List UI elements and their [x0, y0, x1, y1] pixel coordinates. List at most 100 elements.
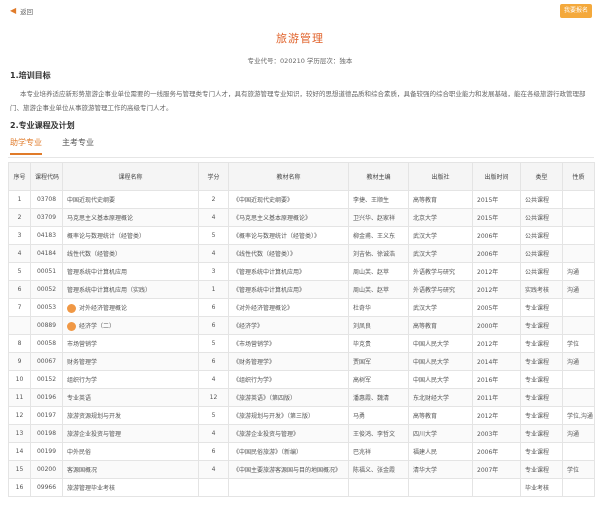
- table-cell: 专业课程: [520, 460, 563, 479]
- table-cell: 2012年: [472, 280, 521, 299]
- table-cell: 专业课程: [520, 406, 563, 425]
- back-button[interactable]: ◀ 返回: [10, 6, 34, 17]
- table-cell: 经济学（二）: [62, 316, 199, 335]
- col-header: 出版时间: [472, 162, 521, 191]
- table-row: 9 00067 财务管理学 6 《财务管理学》 贾国军 中国人民大学 2014年 专业课程 沟通: [8, 352, 595, 371]
- col-header: 教材名称: [228, 162, 349, 191]
- table-cell: [562, 442, 595, 461]
- table-cell: 《对外经济管理概论》: [228, 298, 349, 317]
- table-cell: 2006年: [472, 226, 521, 245]
- table-cell: 概率论与数理统计（经管类）: [62, 226, 199, 245]
- table-cell: [562, 226, 595, 245]
- table-cell: 5: [8, 262, 31, 281]
- table-cell: 6: [8, 280, 31, 299]
- table-cell: 陈福义、张金霞: [348, 460, 409, 479]
- table-cell: 沟通: [562, 280, 595, 299]
- table-cell: 00200: [30, 460, 63, 479]
- section-courses-heading: 2.专业课程及计划: [10, 121, 75, 130]
- table-cell: 财务管理学: [62, 352, 199, 371]
- table-cell: 4: [198, 460, 229, 479]
- table-cell: 周山芙、赵苹: [348, 262, 409, 281]
- back-label: 返回: [20, 8, 34, 16]
- table-cell: [562, 370, 595, 389]
- table-cell: 4: [198, 424, 229, 443]
- table-cell: 5: [198, 334, 229, 353]
- table-cell: 15: [8, 460, 31, 479]
- table-cell: 6: [198, 442, 229, 461]
- col-header: 学分: [198, 162, 229, 191]
- table-cell: 公共课程: [520, 226, 563, 245]
- table-row: 8 00058 市场营销学 5 《市场营销学》 毕克贵 中国人民大学 2012年 专业课程 学位: [8, 334, 595, 353]
- table-row: 00889 经济学（二） 6 《经济学》 刘凤良 高等教育 2000年 专业课程: [8, 316, 595, 335]
- table-cell: 高等教育: [408, 316, 473, 335]
- table-cell: 2: [198, 190, 229, 209]
- table-cell: 3: [198, 262, 229, 281]
- table-cell: 00058: [30, 334, 63, 353]
- table-cell: 《管理系统中计算机应用》: [228, 280, 349, 299]
- table-cell: 贾国军: [348, 352, 409, 371]
- course-name: 经济学（二）: [79, 322, 116, 330]
- table-cell: 2011年: [472, 388, 521, 407]
- table-cell: 00052: [30, 280, 63, 299]
- table-cell: 马克思主义基本原理概论: [62, 208, 199, 227]
- table-cell: 马勇: [348, 406, 409, 425]
- table-cell: 00199: [30, 442, 63, 461]
- table-cell: [562, 316, 595, 335]
- table-cell: 2012年: [472, 262, 521, 281]
- col-header: 性质: [562, 162, 595, 191]
- table-cell: 专业课程: [520, 388, 563, 407]
- table-cell: 专业课程: [520, 352, 563, 371]
- col-header: 课程代码: [30, 162, 63, 191]
- table-cell: [228, 478, 349, 497]
- table-cell: 专业课程: [520, 298, 563, 317]
- table-cell: 高树军: [348, 370, 409, 389]
- table-cell: 外语教学与研究: [408, 280, 473, 299]
- col-header: 序号: [8, 162, 31, 191]
- table-cell: 实践考核: [520, 280, 563, 299]
- table-cell: [348, 478, 409, 497]
- table-cell: 00196: [30, 388, 63, 407]
- table-row: 5 00051 管理系统中计算机应用 3 《管理系统中计算机应用》 周山芙、赵苹 外语教学与…: [8, 262, 595, 281]
- table-cell: 04183: [30, 226, 63, 245]
- table-cell: 线性代数（经管类）: [62, 244, 199, 263]
- table-cell: 旅游资源规划与开发: [62, 406, 199, 425]
- table-cell: 中国近现代史纲要: [62, 190, 199, 209]
- table-cell: 公共课程: [520, 244, 563, 263]
- table-cell: 管理系统中计算机应用（实践）: [62, 280, 199, 299]
- table-cell: 2006年: [472, 442, 521, 461]
- table-cell: 管理系统中计算机应用: [62, 262, 199, 281]
- table-cell: [8, 316, 31, 335]
- table-cell: 4: [8, 244, 31, 263]
- table-cell: 卫兴华、赵家祥: [348, 208, 409, 227]
- table-cell: 00067: [30, 352, 63, 371]
- table-cell: 2000年: [472, 316, 521, 335]
- tab-assisted-major[interactable]: 助学专业: [10, 137, 42, 155]
- enroll-button[interactable]: 我要报名: [560, 4, 592, 18]
- table-cell: 6: [198, 352, 229, 371]
- table-cell: 刘吉佑、徐诚浩: [348, 244, 409, 263]
- table-cell: [562, 208, 595, 227]
- table-cell: 专业课程: [520, 442, 563, 461]
- table-cell: 王俊鸿、李哲文: [348, 424, 409, 443]
- table-cell: 2007年: [472, 460, 521, 479]
- table-cell: 毕克贵: [348, 334, 409, 353]
- table-row: 1 03708 中国近现代史纲要 2 《中国近现代史纲要》 李捷、王顺生 高等教育 2015年…: [8, 190, 595, 209]
- table-cell: 《马克思主义基本原理概论》: [228, 208, 349, 227]
- table-cell: 高等教育: [408, 406, 473, 425]
- table-cell: 12: [198, 388, 229, 407]
- table-cell: 2: [8, 208, 31, 227]
- table-cell: 李捷、王顺生: [348, 190, 409, 209]
- table-cell: 1: [8, 190, 31, 209]
- table-cell: 9: [8, 352, 31, 371]
- table-cell: 武汉大学: [408, 244, 473, 263]
- table-cell: 16: [8, 478, 31, 497]
- table-row: 15 00200 客源国概况 4 《中国主要旅游客源国与目的地国概况》 陈福义、张金霞 清华…: [8, 460, 595, 479]
- tab-main-exam-major[interactable]: 主考专业: [62, 137, 94, 155]
- option-marker-icon: [67, 303, 76, 313]
- table-cell: 市场营销学: [62, 334, 199, 353]
- table-cell: 6: [198, 298, 229, 317]
- table-cell: 4: [198, 208, 229, 227]
- table-cell: 00051: [30, 262, 63, 281]
- table-cell: 专业英语: [62, 388, 199, 407]
- table-row: 2 03709 马克思主义基本原理概论 4 《马克思主义基本原理概论》 卫兴华、赵家祥 北京…: [8, 208, 595, 227]
